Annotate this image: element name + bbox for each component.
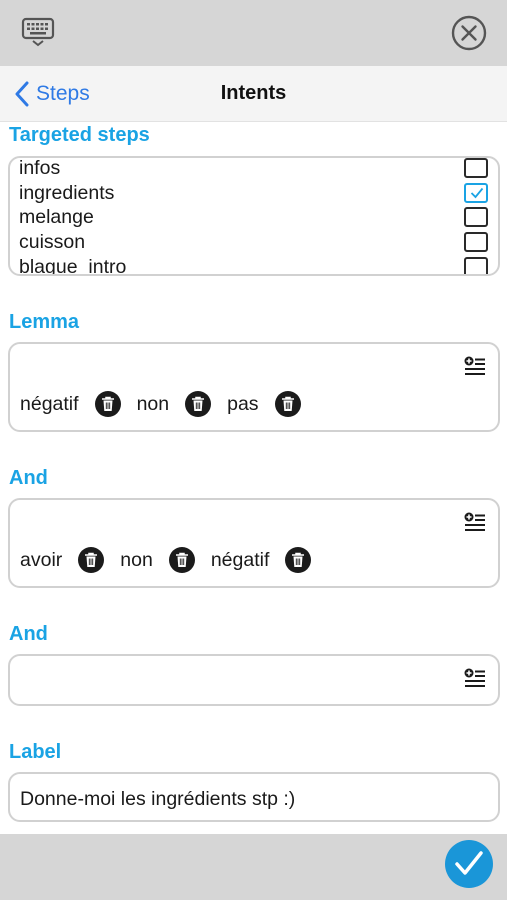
- term-chip: négatif: [20, 391, 121, 417]
- and-box-1: avoir non négatif: [8, 498, 500, 588]
- label-field-label: Label: [9, 741, 62, 763]
- close-icon[interactable]: [450, 14, 488, 52]
- add-term-icon[interactable]: [464, 512, 486, 532]
- add-term-icon[interactable]: [464, 668, 486, 688]
- trash-icon[interactable]: [168, 547, 195, 573]
- term-text: négatif: [210, 549, 270, 571]
- term-text: non: [136, 393, 170, 415]
- lemma-label: Lemma: [9, 311, 80, 333]
- term-text: avoir: [20, 549, 63, 571]
- term-chip: pas: [227, 391, 301, 417]
- and-terms-1: avoir non négatif: [20, 547, 327, 573]
- step-label: blague_intro: [19, 256, 127, 276]
- step-checkbox[interactable]: [464, 257, 488, 274]
- label-input-value: Donne-moi les ingrédients stp :): [20, 788, 296, 810]
- step-label: ingredients: [19, 182, 115, 204]
- and-box-2: [8, 654, 500, 706]
- trash-icon[interactable]: [285, 547, 312, 573]
- trash-icon[interactable]: [94, 391, 121, 417]
- step-label: infos: [19, 157, 61, 179]
- add-term-icon[interactable]: [464, 356, 486, 376]
- trash-icon[interactable]: [78, 547, 105, 573]
- term-text: pas: [227, 393, 259, 415]
- lemma-box: négatif non pas: [8, 342, 500, 432]
- term-chip: non: [137, 391, 212, 417]
- step-row[interactable]: cuisson: [10, 230, 498, 255]
- step-label: cuisson: [19, 231, 86, 253]
- term-text: négatif: [20, 393, 79, 415]
- targeted-steps-label: Targeted steps: [9, 124, 150, 146]
- trash-icon[interactable]: [274, 391, 301, 417]
- step-checkbox[interactable]: [464, 232, 488, 252]
- term-chip: non: [120, 547, 195, 573]
- step-checkbox[interactable]: [464, 207, 488, 227]
- step-row[interactable]: blague_intro: [10, 255, 498, 276]
- step-checkbox[interactable]: [464, 183, 488, 203]
- step-row[interactable]: infos: [10, 157, 498, 181]
- page-title: Intents: [220, 82, 287, 104]
- step-row[interactable]: melange: [10, 205, 498, 230]
- and-label-2: And: [9, 623, 48, 645]
- confirm-button[interactable]: [445, 840, 493, 888]
- term-chip: négatif: [211, 547, 312, 573]
- term-text: non: [120, 549, 153, 571]
- trash-icon[interactable]: [185, 391, 212, 417]
- targeted-steps-list[interactable]: infos ingredients melange cuisson blague_int…: [8, 156, 500, 276]
- check-icon: [470, 187, 484, 199]
- step-checkbox[interactable]: [464, 158, 488, 178]
- label-input[interactable]: Donne-moi les ingrédients stp :): [8, 772, 500, 822]
- lemma-terms: négatif non pas: [20, 391, 317, 417]
- step-label: melange: [19, 206, 94, 228]
- top-bar: [0, 0, 507, 66]
- and-label-1: And: [9, 467, 48, 489]
- checkmark-icon: [455, 851, 483, 875]
- step-row[interactable]: ingredients: [10, 181, 498, 206]
- bottom-bar: [0, 834, 507, 900]
- term-chip: avoir: [20, 547, 105, 573]
- navigation-bar: Steps Intents: [0, 66, 507, 122]
- keyboard-icon[interactable]: [20, 14, 58, 48]
